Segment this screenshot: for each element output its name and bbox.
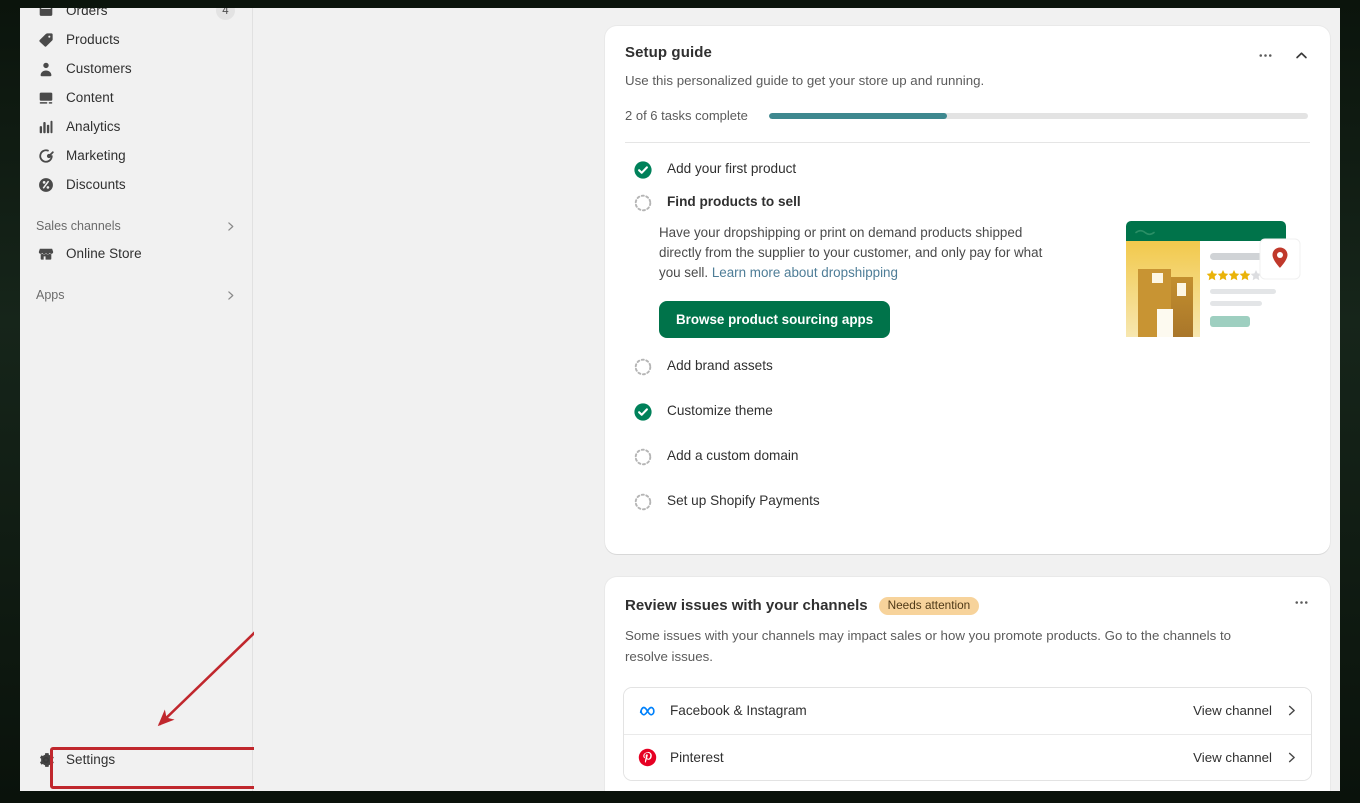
browser-viewport: Orders 4 Products Customers Content Anal… [20, 8, 1340, 791]
discounts-icon [36, 175, 56, 195]
view-channel-link[interactable]: View channel [1193, 750, 1272, 765]
channel-row-pinterest[interactable]: Pinterest View channel [624, 733, 1311, 780]
chevron-right-icon [224, 289, 237, 302]
screenshot-bezel: Orders 4 Products Customers Content Anal… [0, 0, 1360, 803]
main-content: Setup guide Use this personalized guide … [254, 8, 1340, 791]
sidebar-item-label: Orders [66, 8, 108, 18]
chevron-right-icon [1284, 703, 1299, 718]
chevron-up-icon[interactable] [1288, 42, 1314, 68]
dotted-circle-icon [633, 492, 653, 512]
dotted-circle-icon [633, 193, 653, 213]
settings-label: Settings [66, 752, 116, 768]
sidebar-section-sales-channels[interactable]: Sales channels [28, 213, 245, 239]
online-store-icon [36, 244, 56, 264]
sidebar-item-label: Online Store [66, 245, 142, 261]
sidebar-nav-list: Orders 4 Products Customers Content Anal… [20, 8, 253, 308]
sidebar-section-apps[interactable]: Apps [28, 282, 245, 308]
sidebar-item-settings[interactable]: Settings [28, 745, 245, 775]
task-label: Add a custom domain [667, 448, 799, 463]
sidebar-item-discounts[interactable]: Discounts [28, 170, 245, 199]
setup-guide-subtitle: Use this personalized guide to get your … [625, 73, 985, 88]
sidebar-item-label: Analytics [66, 118, 121, 134]
setup-task-add-first-product[interactable]: Add your first product [613, 153, 1322, 186]
sidebar-item-label: Discounts [66, 176, 126, 192]
pinterest-icon [638, 748, 657, 767]
ellipsis-icon[interactable] [1252, 42, 1278, 68]
orders-icon [36, 8, 56, 21]
customers-icon [36, 59, 56, 79]
sidebar-item-label: Content [66, 89, 114, 105]
setup-task-list: Add your first product Find products to … [605, 143, 1330, 534]
channels-title-row: Review issues with your channels Needs a… [625, 597, 1310, 615]
browse-product-sourcing-apps-button[interactable]: Browse product sourcing apps [659, 301, 891, 338]
setup-task-customize-theme[interactable]: Customize theme [613, 395, 1322, 428]
meta-icon [638, 701, 657, 720]
sidebar-item-label: Marketing [66, 147, 126, 163]
review-channel-issues-card: Review issues with your channels Needs a… [605, 577, 1330, 791]
channel-row-facebook-instagram[interactable]: Facebook & Instagram View channel [624, 687, 1311, 734]
dropshipping-storefront-illustration [1126, 221, 1301, 337]
progress-bar-track [768, 112, 1308, 119]
sidebar-item-online-store[interactable]: Online Store [28, 239, 245, 268]
analytics-icon [36, 117, 56, 137]
products-icon [36, 30, 56, 50]
dotted-circle-icon [633, 447, 653, 467]
task-label: Customize theme [667, 403, 773, 418]
sidebar-item-analytics[interactable]: Analytics [28, 112, 245, 141]
learn-more-dropshipping-link[interactable]: Learn more about dropshipping [712, 265, 898, 280]
setup-task-add-custom-domain[interactable]: Add a custom domain [613, 440, 1322, 473]
channels-card-header: Review issues with your channels Needs a… [605, 577, 1330, 667]
task-label: Set up Shopify Payments [667, 493, 820, 508]
progress-text: 2 of 6 tasks complete [625, 108, 748, 123]
sales-channels-label: Sales channels [36, 219, 121, 233]
setup-guide-actions [1252, 42, 1314, 68]
channels-card-title: Review issues with your channels [625, 597, 868, 615]
channels-card-actions [1288, 589, 1314, 615]
sidebar-settings-wrap: Settings [28, 745, 245, 775]
apps-label: Apps [36, 288, 65, 302]
channel-name: Facebook & Instagram [670, 703, 807, 719]
setup-task-set-up-shopify-payments[interactable]: Set up Shopify Payments [613, 485, 1322, 518]
marketing-icon [36, 146, 56, 166]
setup-progress-row: 2 of 6 tasks complete [625, 108, 1310, 123]
gear-icon [36, 750, 56, 770]
view-channel-link[interactable]: View channel [1193, 703, 1272, 718]
sidebar-item-customers[interactable]: Customers [28, 54, 245, 83]
sidebar-item-label: Customers [66, 60, 132, 76]
orders-count-badge: 4 [216, 8, 235, 20]
sidebar-item-label: Products [66, 31, 120, 47]
setup-guide-card: Setup guide Use this personalized guide … [605, 26, 1330, 554]
sidebar-item-orders[interactable]: Orders 4 [28, 8, 245, 25]
chevron-right-icon [1284, 750, 1299, 765]
status-badge: Needs attention [878, 597, 980, 615]
sidebar-item-products[interactable]: Products [28, 25, 245, 54]
sidebar-item-content[interactable]: Content [28, 83, 245, 112]
setup-task-expanded-body: Have your dropshipping or print on deman… [659, 221, 1330, 338]
task-label: Find products to sell [667, 194, 801, 209]
ellipsis-icon[interactable] [1288, 589, 1314, 615]
sidebar-item-marketing[interactable]: Marketing [28, 141, 245, 170]
check-circle-filled-icon [633, 160, 653, 180]
task-label: Add brand assets [667, 358, 773, 373]
page-title: Setup guide [625, 44, 712, 61]
dotted-circle-icon [633, 357, 653, 377]
setup-guide-header: Setup guide Use this personalized guide … [605, 26, 1330, 143]
admin-sidebar: Orders 4 Products Customers Content Anal… [20, 8, 253, 791]
channels-card-description: Some issues with your channels may impac… [625, 627, 1232, 664]
expanded-description: Have your dropshipping or print on deman… [659, 223, 1055, 283]
check-circle-filled-icon [633, 402, 653, 422]
setup-task-find-products-to-sell[interactable]: Find products to sell [613, 186, 1322, 219]
channel-list: Facebook & Instagram View channel Pinter… [623, 686, 1312, 781]
chevron-right-icon [224, 220, 237, 233]
content-icon [36, 88, 56, 108]
setup-task-add-brand-assets[interactable]: Add brand assets [613, 350, 1322, 383]
progress-bar-fill [768, 112, 947, 119]
task-label: Add your first product [667, 161, 797, 176]
channel-name: Pinterest [670, 749, 724, 765]
